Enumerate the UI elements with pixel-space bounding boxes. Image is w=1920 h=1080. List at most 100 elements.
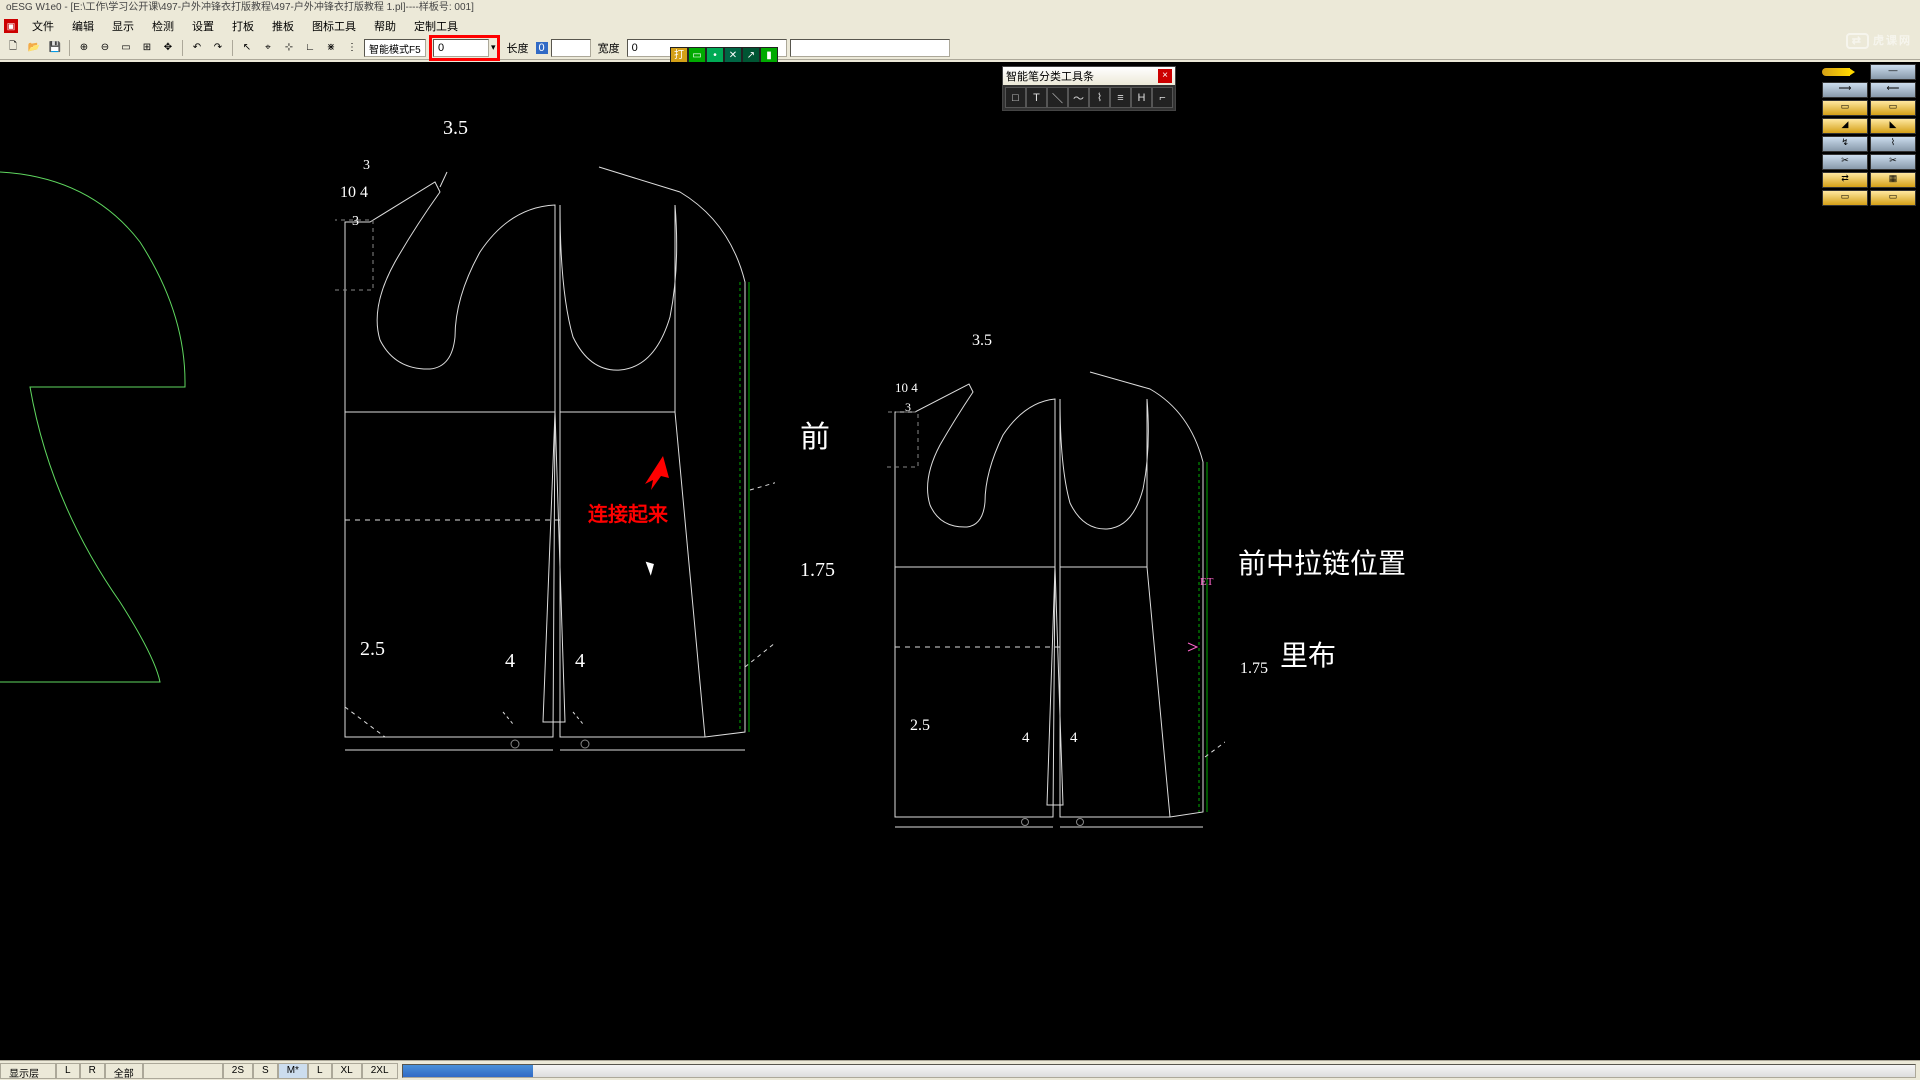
- pan-icon[interactable]: ✥: [159, 39, 177, 57]
- undo-icon[interactable]: ↶: [188, 39, 206, 57]
- aux-input[interactable]: [790, 39, 950, 57]
- snap-c-icon[interactable]: ∟: [301, 39, 319, 57]
- drawing-canvas[interactable]: 3.5 3 10 4 3 2.5 4 4 1.75 前 连接起来 3.5 10 …: [0, 62, 1920, 1060]
- sp-corner-icon[interactable]: ⌐: [1152, 87, 1173, 108]
- size-xl[interactable]: XL: [332, 1063, 362, 1079]
- layer-button[interactable]: 显示层: [0, 1063, 56, 1079]
- rp-tool-11[interactable]: ✂: [1870, 154, 1916, 170]
- snap-e-icon[interactable]: ⋮: [343, 39, 361, 57]
- zoom-out-icon[interactable]: ⊖: [96, 39, 114, 57]
- pointer-icon[interactable]: ↖: [238, 39, 256, 57]
- rp-tool-12[interactable]: ⇄: [1822, 172, 1868, 188]
- rp-tool-8[interactable]: ↯: [1822, 136, 1868, 152]
- mode-select[interactable]: 智能模式F5: [364, 39, 426, 57]
- open-icon[interactable]: 📂: [25, 39, 43, 57]
- length-label: 长度: [503, 40, 533, 56]
- zoom-window-icon[interactable]: ▭: [117, 39, 135, 57]
- window-title: oESG W1e0 - [E:\工作\学习公开课\497-户外冲锋衣打版教程\4…: [0, 0, 1920, 16]
- rp-tool-13[interactable]: ▦: [1870, 172, 1916, 188]
- strip-btn-3[interactable]: •: [706, 47, 724, 63]
- zoom-extents-icon[interactable]: ⊞: [138, 39, 156, 57]
- rp-bullet-icon[interactable]: [1822, 64, 1868, 80]
- size-m[interactable]: M*: [278, 1063, 308, 1079]
- dim-top-right: 3.5: [972, 332, 992, 350]
- red-arrow-icon: [635, 454, 675, 494]
- rp-tool-3[interactable]: ⟵: [1870, 82, 1916, 98]
- menu-custom[interactable]: 定制工具: [406, 16, 466, 36]
- size-r-toggle[interactable]: R: [80, 1063, 105, 1079]
- new-icon[interactable]: 🗋: [4, 39, 22, 57]
- zoom-in-icon[interactable]: ⊕: [75, 39, 93, 57]
- dim-b1: 4: [505, 650, 515, 673]
- dim-box-mid-r: 10 4: [895, 380, 918, 396]
- menu-pattern[interactable]: 打板: [224, 16, 262, 36]
- smartpen-header[interactable]: 智能笔分类工具条 ×: [1003, 67, 1175, 85]
- rp-tool-2[interactable]: ⟶: [1822, 82, 1868, 98]
- strip-btn-6[interactable]: ▮: [760, 47, 778, 63]
- sleeve-outline: [0, 162, 200, 702]
- redo-icon[interactable]: ↷: [209, 39, 227, 57]
- menu-help[interactable]: 帮助: [366, 16, 404, 36]
- app-icon: ▣: [4, 19, 18, 33]
- size-all[interactable]: 全部: [105, 1063, 143, 1079]
- front-label: 前: [800, 412, 830, 456]
- size-l[interactable]: L: [308, 1063, 332, 1079]
- size-2xl[interactable]: 2XL: [362, 1063, 398, 1079]
- dim-box-mid: 10 4: [340, 184, 368, 202]
- strip-btn-2[interactable]: ▭: [688, 47, 706, 63]
- rp-tool-6[interactable]: ◢: [1822, 118, 1868, 134]
- strip-btn-4[interactable]: ✕: [724, 47, 742, 63]
- sp-zigzag-icon[interactable]: ⌇: [1089, 87, 1110, 108]
- right-pattern: [885, 327, 1225, 837]
- rp-tool-1[interactable]: —: [1870, 64, 1916, 80]
- dim-bl-r: 2.5: [910, 717, 930, 735]
- strip-btn-5[interactable]: ↗: [742, 47, 760, 63]
- snap-b-icon[interactable]: ⊹: [280, 39, 298, 57]
- rp-tool-15[interactable]: ▭: [1870, 190, 1916, 206]
- menu-edit[interactable]: 编辑: [64, 16, 102, 36]
- sp-line-icon[interactable]: ＼: [1047, 87, 1068, 108]
- rp-tool-14[interactable]: ▭: [1822, 190, 1868, 206]
- size-s[interactable]: S: [253, 1063, 278, 1079]
- rp-tool-7[interactable]: ◣: [1870, 118, 1916, 134]
- rp-tool-4[interactable]: ▭: [1822, 100, 1868, 116]
- length-input[interactable]: [551, 39, 591, 57]
- length-badge: 0: [536, 42, 548, 54]
- highlight-frame: ▾: [429, 35, 500, 61]
- menu-file[interactable]: 文件: [24, 16, 62, 36]
- menu-display[interactable]: 显示: [104, 16, 142, 36]
- sp-curve-icon[interactable]: 〜: [1068, 87, 1089, 108]
- size-2s[interactable]: 2S: [223, 1063, 253, 1079]
- close-icon[interactable]: ×: [1158, 69, 1172, 83]
- dim-b2: 4: [575, 650, 585, 673]
- save-icon[interactable]: 💾: [46, 39, 64, 57]
- menu-check[interactable]: 检测: [144, 16, 182, 36]
- snap-a-icon[interactable]: ⌖: [259, 39, 277, 57]
- size-l-toggle[interactable]: L: [56, 1063, 80, 1079]
- snap-d-icon[interactable]: ⋇: [322, 39, 340, 57]
- status-bar: 显示层 L R 全部 2S S M* L XL 2XL: [0, 1060, 1920, 1080]
- rp-tool-9[interactable]: ⌇: [1870, 136, 1916, 152]
- sp-h-icon[interactable]: H: [1131, 87, 1152, 108]
- rp-tool-10[interactable]: ✂: [1822, 154, 1868, 170]
- dropdown-icon[interactable]: ▾: [491, 42, 496, 53]
- left-pattern: [335, 112, 775, 762]
- lining-label: 里布: [1280, 634, 1336, 674]
- sp-rect-icon[interactable]: □: [1005, 87, 1026, 108]
- menu-settings[interactable]: 设置: [184, 16, 222, 36]
- dim-box-bot: 3: [352, 214, 359, 230]
- rp-tool-5[interactable]: ▭: [1870, 100, 1916, 116]
- connect-annotation: 连接起来: [588, 498, 668, 527]
- dim-box-bot-r: 3: [905, 400, 911, 415]
- dim-box-top: 3: [363, 158, 370, 174]
- menu-icon-tools[interactable]: 图标工具: [304, 16, 364, 36]
- sp-text-icon[interactable]: T: [1026, 87, 1047, 108]
- primary-value-input[interactable]: [433, 39, 489, 57]
- menu-grade[interactable]: 推板: [264, 16, 302, 36]
- horizontal-scrollbar[interactable]: [402, 1064, 1916, 1078]
- width-label: 宽度: [594, 40, 624, 56]
- smartpen-palette[interactable]: 智能笔分类工具条 × □ T ＼ 〜 ⌇ ≡ H ⌐: [1002, 66, 1176, 111]
- strip-btn-1[interactable]: 打: [670, 47, 688, 63]
- smartpen-title: 智能笔分类工具条: [1006, 68, 1094, 84]
- sp-parallel-icon[interactable]: ≡: [1110, 87, 1131, 108]
